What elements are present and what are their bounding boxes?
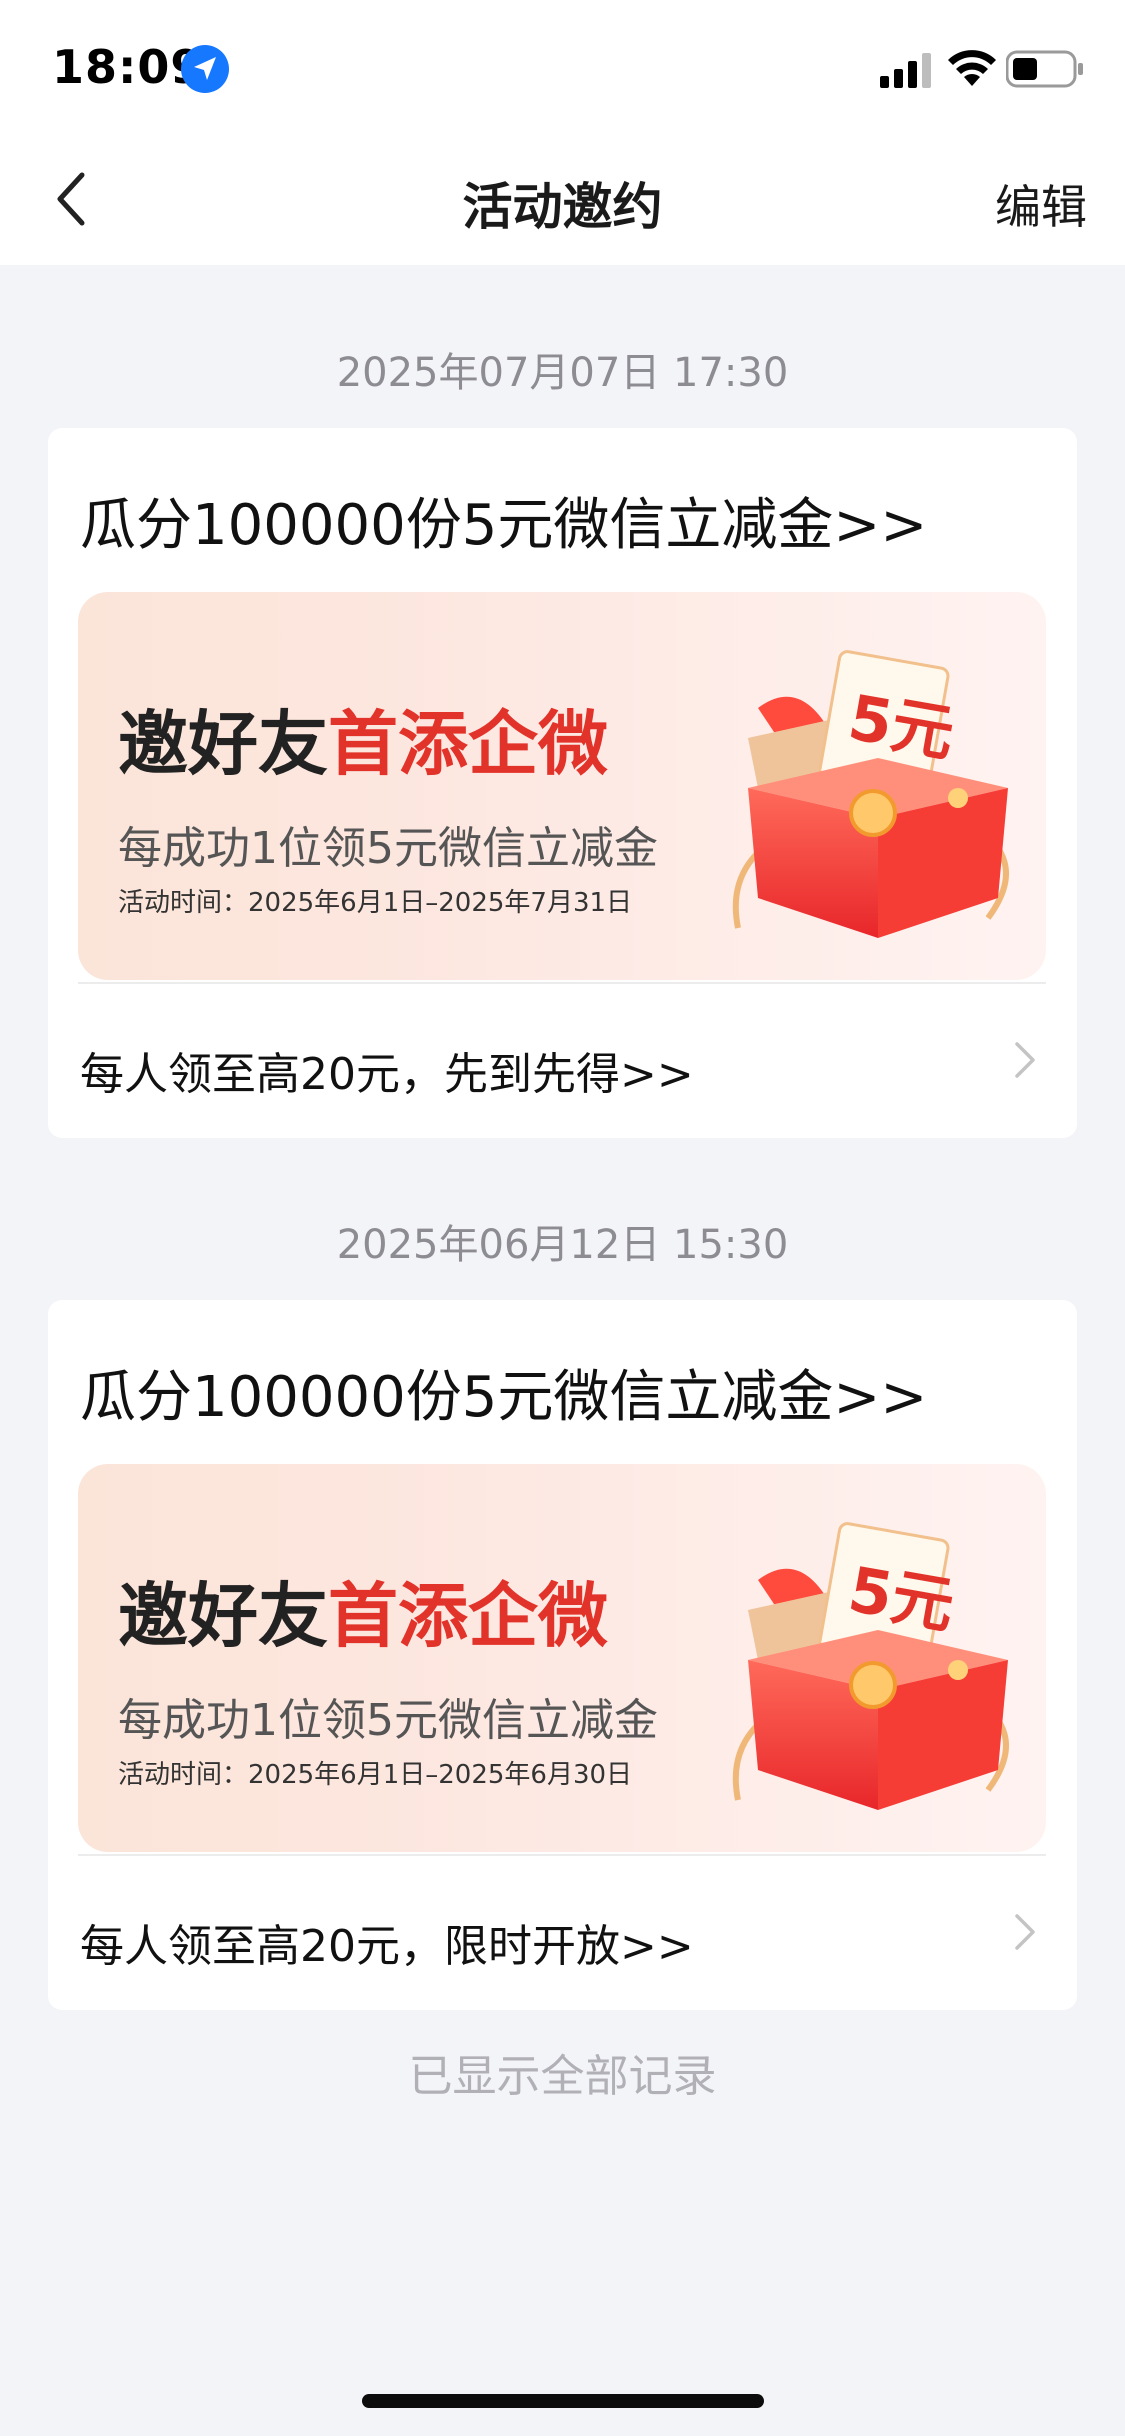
promo-banner[interactable]: 邀好友首添企微 每成功1位领5元微信立减金 活动时间：2025年6月1日–202… [78, 592, 1046, 980]
gift-box-icon: 5元 [732, 1522, 1009, 1810]
banner-headline-main: 邀好友 [118, 1575, 328, 1657]
chevron-right-icon[interactable] [1013, 1912, 1037, 1952]
chevron-right-icon[interactable] [1013, 1040, 1037, 1080]
banner-headline-accent: 首添企微 [328, 1575, 608, 1657]
card-title[interactable]: 瓜分100000份5元微信立减金>> [80, 480, 927, 561]
card-title[interactable]: 瓜分100000份5元微信立减金>> [80, 1352, 927, 1433]
banner-headline: 邀好友首添企微 [118, 688, 608, 789]
edit-button[interactable]: 编辑 [995, 171, 1087, 237]
end-of-list-note: 已显示全部记录 [408, 2051, 717, 2102]
navigation-bar: 活动邀约 编辑 [0, 135, 1125, 265]
banner-subtitle: 每成功1位领5元微信立减金 [118, 1695, 658, 1746]
message-timestamp: 2025年06月12日 15:30 [336, 1222, 789, 1268]
banner-subtitle: 每成功1位领5元微信立减金 [118, 823, 658, 874]
banner-period: 活动时间：2025年6月1日–2025年7月31日 [118, 888, 633, 918]
card-divider [78, 982, 1046, 984]
banner-headline: 邀好友首添企微 [118, 1560, 608, 1661]
location-arrow-icon [181, 45, 229, 93]
card-footer-link[interactable]: 每人领至高20元，先到先得>> [80, 1038, 694, 1102]
home-indicator[interactable] [362, 2394, 764, 2408]
banner-headline-accent: 首添企微 [328, 703, 608, 785]
cellular-signal-icon [880, 53, 931, 88]
battery-icon [1006, 50, 1083, 88]
activity-card[interactable]: 瓜分100000份5元微信立减金>> 邀好友首添企微 每成功1位领5元微信立减金… [48, 1300, 1077, 2010]
status-bar: 18:09 [0, 0, 1125, 135]
message-timestamp: 2025年07月07日 17:30 [336, 350, 789, 396]
page-title: 活动邀约 [462, 178, 663, 236]
banner-headline-main: 邀好友 [118, 703, 328, 785]
promo-banner[interactable]: 邀好友首添企微 每成功1位领5元微信立减金 活动时间：2025年6月1日–202… [78, 1464, 1046, 1852]
card-divider [78, 1854, 1046, 1856]
activity-card[interactable]: 瓜分100000份5元微信立减金>> 邀好友首添企微 每成功1位领5元微信立减金… [48, 428, 1077, 1138]
gift-box-icon: 5元 [732, 650, 1009, 938]
wifi-icon [948, 50, 996, 86]
card-footer-link[interactable]: 每人领至高20元，限时开放>> [80, 1910, 694, 1974]
banner-period: 活动时间：2025年6月1日–2025年6月30日 [118, 1760, 633, 1790]
